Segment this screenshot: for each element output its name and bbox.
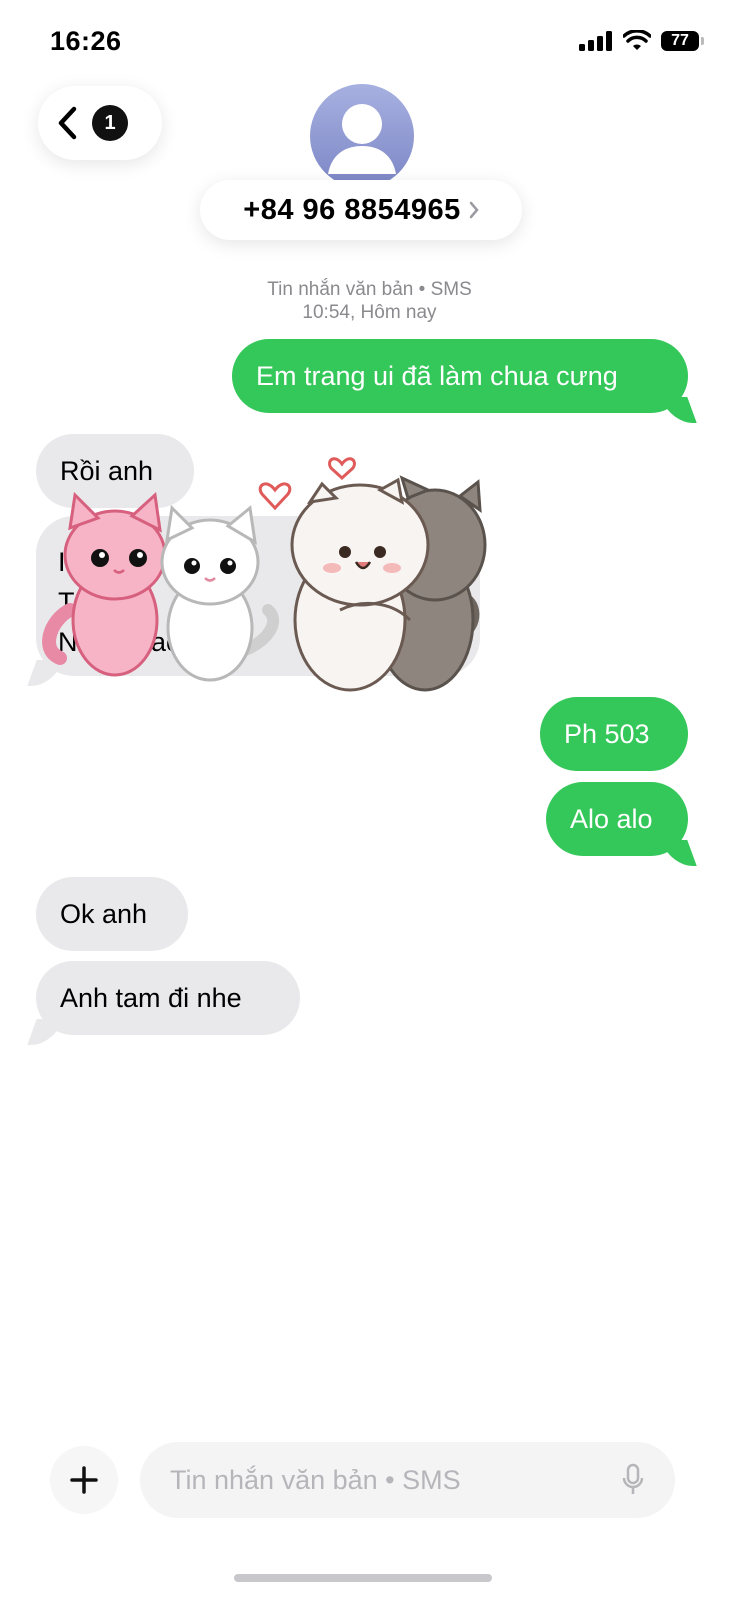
cellular-signal-icon: [579, 31, 612, 51]
pink-cat-sticker: [42, 491, 167, 677]
microphone-icon[interactable]: [621, 1463, 645, 1497]
message-bubble-outgoing[interactable]: Ph 503: [540, 697, 688, 771]
conversation-timestamp: 10:54, Hôm nay: [302, 302, 437, 323]
message-text: Em trang ui đã làm chua cưng: [256, 361, 618, 391]
message-input-placeholder: Tin nhắn văn bản • SMS: [170, 1464, 461, 1495]
message-bubble-incoming[interactable]: Anh tam đi nhe: [36, 961, 300, 1035]
home-indicator[interactable]: [234, 1574, 492, 1582]
status-icons: 77: [579, 30, 704, 52]
add-attachment-button[interactable]: [50, 1446, 118, 1514]
unread-badge: 1: [92, 105, 128, 141]
message-bubble-incoming[interactable]: Ok anh: [36, 877, 188, 951]
contact-number-button[interactable]: +84 96 8854965: [200, 180, 522, 240]
service-label: Tin nhắn văn bản • SMS: [267, 279, 472, 300]
contact-avatar[interactable]: [310, 84, 414, 188]
chevron-left-icon: [58, 106, 77, 140]
person-icon: [328, 104, 396, 174]
message-input[interactable]: Tin nhắn văn bản • SMS: [140, 1442, 675, 1518]
wifi-icon: [623, 30, 651, 50]
cat-stickers[interactable]: [30, 450, 510, 715]
plus-icon: [70, 1466, 98, 1494]
message-text: Alo alo: [570, 804, 653, 834]
status-time: 16:26: [50, 26, 122, 56]
contact-number: +84 96 8854965: [243, 193, 461, 226]
message-text: Ok anh: [60, 899, 148, 929]
message-text: Anh tam đi nhe: [60, 983, 242, 1013]
message-bubble-outgoing[interactable]: Em trang ui đã làm chua cưng: [232, 339, 688, 413]
heart-icon: [328, 457, 356, 481]
battery-indicator: 77: [661, 31, 704, 51]
chevron-right-icon: [469, 201, 479, 219]
white-cat-sticker: [160, 504, 279, 682]
message-text: Ph 503: [564, 719, 650, 749]
message-bubble-outgoing[interactable]: Alo alo: [546, 782, 688, 856]
back-button[interactable]: 1: [38, 86, 162, 160]
heart-icon: [258, 482, 292, 511]
